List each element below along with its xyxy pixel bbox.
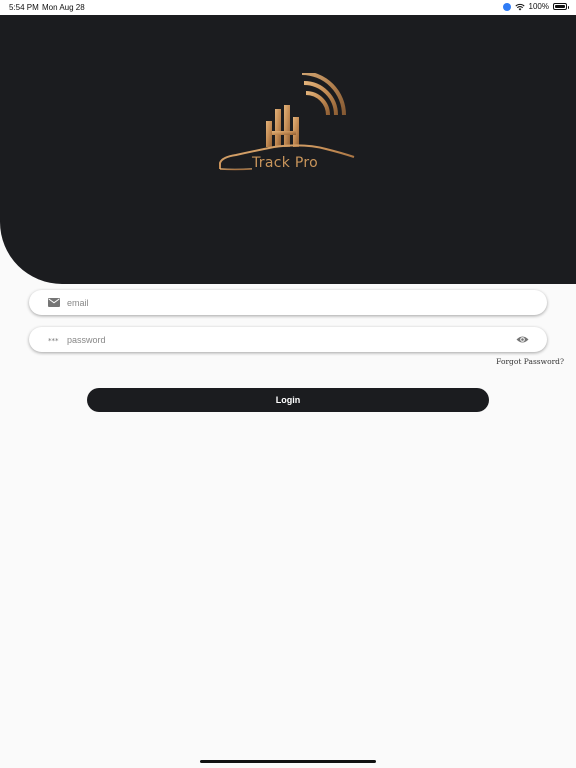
password-dots-icon: *** [47,337,61,343]
logo-text: Track Pro [252,155,318,171]
status-indicators: 100% [502,2,569,11]
status-bar: 5:54 PM Mon Aug 28 100% [0,0,576,15]
forgot-password-link[interactable]: Forgot Password? [496,357,564,366]
eye-icon[interactable] [515,335,529,345]
login-button[interactable]: Login [87,388,489,412]
home-indicator[interactable] [200,760,376,763]
svg-text:***: *** [48,337,59,343]
email-field[interactable] [29,290,547,315]
header-banner: Track Pro [0,15,576,284]
status-date: Mon Aug 28 [42,3,85,12]
email-input[interactable] [67,297,547,308]
password-input[interactable] [67,334,515,345]
battery-percent: 100% [528,2,549,11]
mail-icon [47,298,61,307]
password-field[interactable]: *** [29,327,547,352]
wifi-icon [514,3,525,11]
app-logo: Track Pro [214,73,360,193]
battery-icon [553,3,569,10]
status-time: 5:54 PM [9,3,39,12]
location-icon [502,2,511,11]
